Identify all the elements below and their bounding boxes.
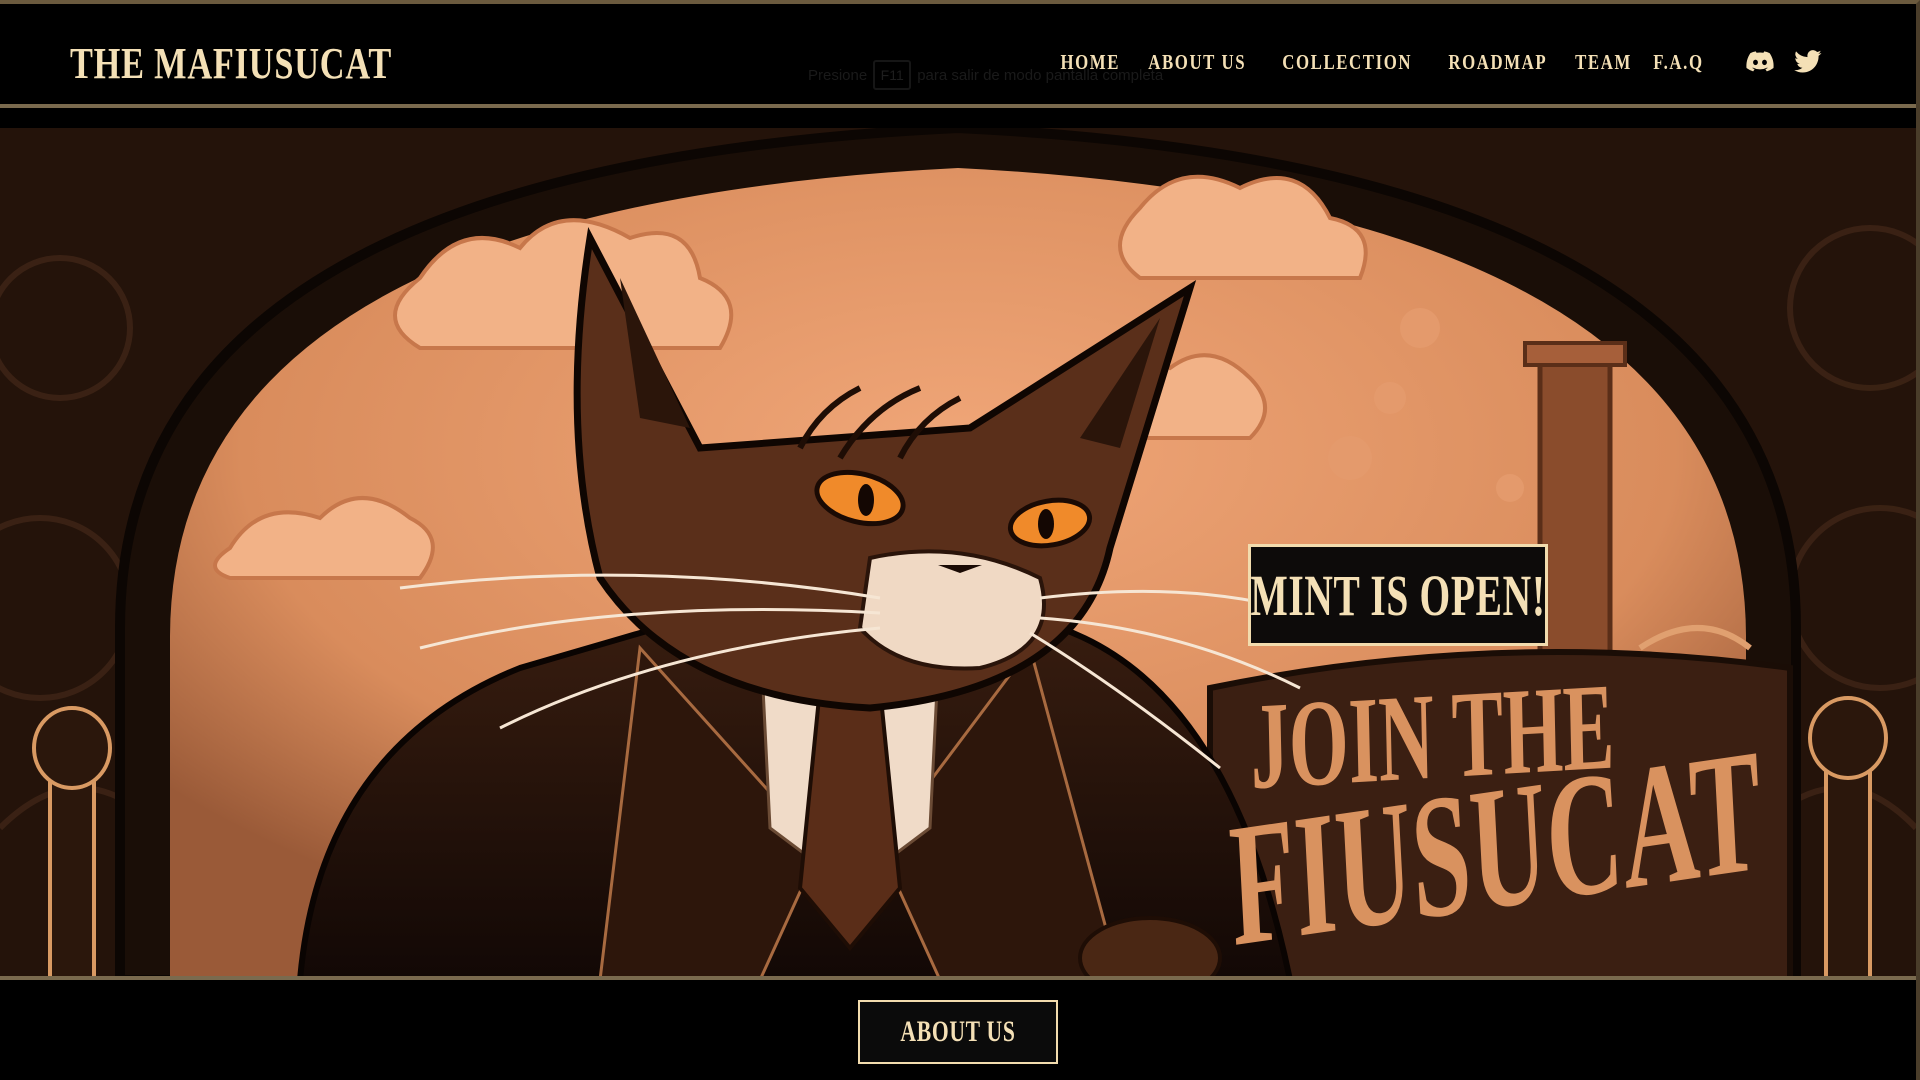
page: THE MAFIUSUCAT Presione F11 para salir d… (0, 0, 1920, 1080)
social-links (1746, 50, 1822, 74)
nav-roadmap[interactable]: ROADMAP (1449, 50, 1548, 75)
main-nav: HOME ABOUT US COLLECTION ROADMAP TEAM F.… (1061, 50, 1703, 75)
mint-label: MINT IS OPEN! (1250, 562, 1546, 628)
nav-about-us[interactable]: ABOUT US (1148, 50, 1246, 75)
hint-key: F11 (873, 60, 912, 90)
footer: ABOUT US (0, 984, 1916, 1080)
header: THE MAFIUSUCAT Presione F11 para salir d… (0, 8, 1916, 108)
hint-prefix: Presione (808, 66, 868, 84)
discord-icon[interactable] (1746, 50, 1774, 74)
hero-banner: JOIN THE FIUSUCAT MINT IS OPEN! (0, 128, 1916, 980)
twitter-icon[interactable] (1794, 50, 1822, 74)
nav-collection[interactable]: COLLECTION (1282, 50, 1412, 75)
nav-team[interactable]: TEAM (1575, 50, 1632, 75)
mint-button[interactable]: MINT IS OPEN! (1248, 544, 1548, 646)
nav-home[interactable]: HOME (1061, 50, 1121, 75)
about-us-label: ABOUT US (900, 1015, 1016, 1048)
nav-faq[interactable]: F.A.Q (1653, 50, 1703, 75)
about-us-button[interactable]: ABOUT US (858, 1000, 1058, 1064)
site-logo[interactable]: THE MAFIUSUCAT (70, 38, 392, 89)
